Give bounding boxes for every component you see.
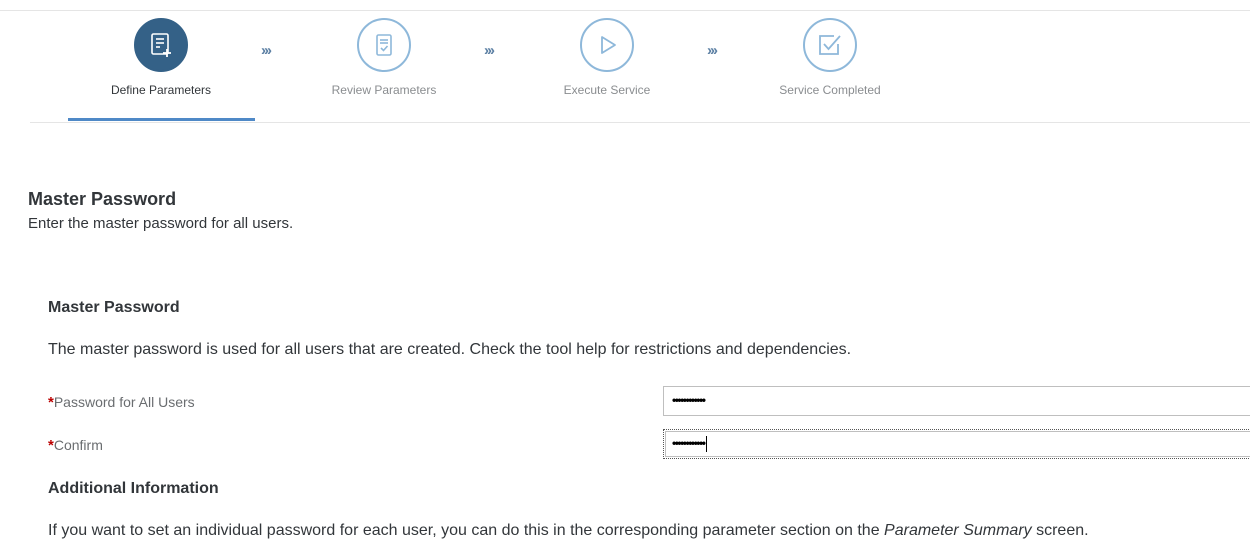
wizard-step-label: Review Parameters bbox=[331, 83, 437, 97]
execute-service-icon[interactable] bbox=[580, 18, 634, 72]
service-completed-icon[interactable] bbox=[803, 18, 857, 72]
active-step-indicator bbox=[68, 118, 255, 121]
step-separator-icon: ››› bbox=[484, 42, 495, 59]
additional-info-title: Additional Information bbox=[48, 480, 219, 497]
password-field[interactable]: •••••••••••• bbox=[663, 386, 1250, 416]
wizard-progress: Define Parameters ››› Review Parameters … bbox=[30, 18, 1250, 126]
section-title: Master Password bbox=[28, 189, 177, 209]
confirm-field-value: •••••••••••• bbox=[672, 436, 706, 451]
wizard-step-label: Define Parameters bbox=[110, 83, 212, 97]
text-cursor bbox=[706, 436, 708, 452]
wizard-step-execute-service[interactable]: Execute Service bbox=[507, 18, 707, 97]
group-description: The master password is used for all user… bbox=[48, 341, 852, 358]
review-parameters-icon[interactable] bbox=[357, 18, 411, 72]
info-text-part: screen. bbox=[1031, 522, 1089, 539]
password-label-text: Password for All Users bbox=[53, 394, 195, 410]
section-description: Enter the master password for all users. bbox=[28, 215, 294, 232]
step-separator-icon: ››› bbox=[261, 42, 272, 59]
wizard-step-define-parameters[interactable]: Define Parameters bbox=[61, 18, 261, 97]
top-divider bbox=[0, 10, 1250, 11]
password-field-value: •••••••••••• bbox=[672, 393, 706, 407]
define-parameters-icon[interactable] bbox=[134, 18, 188, 72]
confirm-label-text: Confirm bbox=[53, 437, 103, 453]
wizard-step-label: Execute Service bbox=[563, 83, 651, 97]
wizard-step-review-parameters[interactable]: Review Parameters bbox=[284, 18, 484, 97]
step-separator-icon: ››› bbox=[707, 42, 718, 59]
password-field-label: *Password for All Users bbox=[48, 394, 195, 411]
additional-info-text: If you want to set an individual passwor… bbox=[48, 522, 1089, 540]
confirm-field-label: *Confirm bbox=[48, 437, 103, 454]
confirm-password-field[interactable]: •••••••••••• bbox=[663, 429, 1250, 459]
wizard-step-service-completed[interactable]: Service Completed bbox=[730, 18, 930, 97]
info-text-emphasis: Parameter Summary bbox=[884, 522, 1032, 539]
group-title: Master Password bbox=[48, 299, 180, 316]
info-text-part: If you want to set an individual passwor… bbox=[48, 522, 885, 539]
wizard-divider bbox=[30, 122, 1250, 123]
wizard-step-label: Service Completed bbox=[779, 83, 881, 97]
